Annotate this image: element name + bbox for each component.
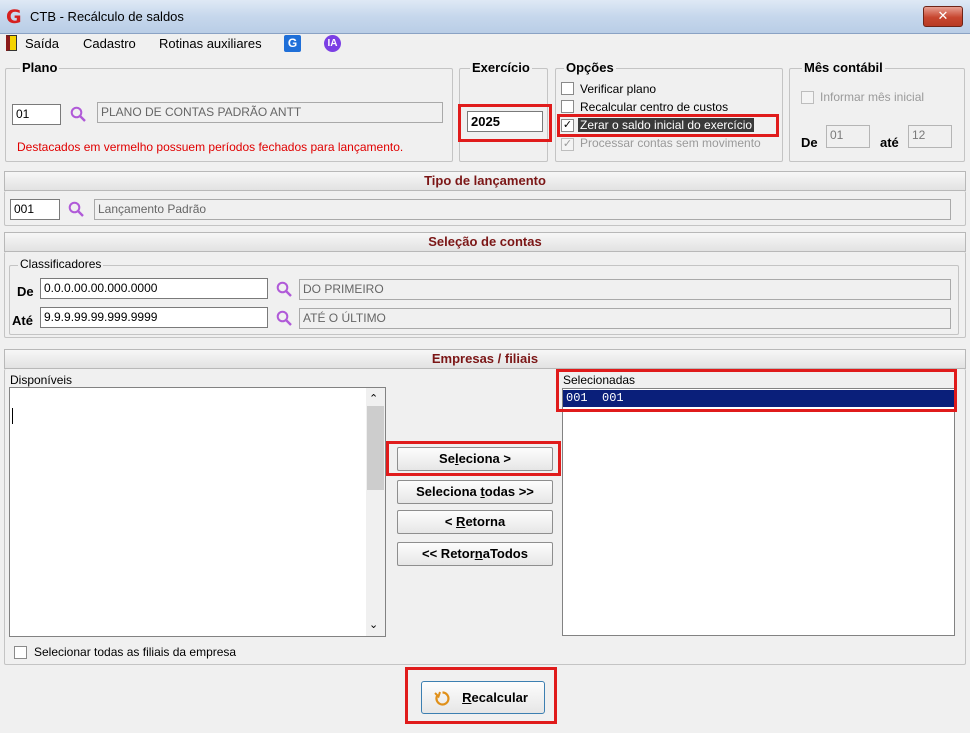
seleciona-todas-button[interactable]: Seleciona todas >> <box>397 480 553 504</box>
selecionar-todas-filiais-label: Selecionar todas as filiais da empresa <box>34 645 237 659</box>
app-logo-icon: G <box>6 6 22 28</box>
ia-assistant-icon[interactable]: IA <box>324 35 341 52</box>
selecionar-todas-filiais-checkbox[interactable] <box>14 646 27 659</box>
plano-legend: Plano <box>20 60 60 75</box>
classificador-ate-label: Até <box>12 313 33 328</box>
selecionadas-list[interactable] <box>562 388 955 636</box>
seleciona-button[interactable]: Seleciona > <box>397 447 553 471</box>
scroll-down-icon[interactable]: ⌄ <box>369 618 378 631</box>
classificador-de-input[interactable]: 0.0.0.00.00.000.0000 <box>40 278 268 299</box>
mes-ate-field: 12 <box>908 125 952 148</box>
plano-code-input[interactable]: 01 <box>12 104 61 125</box>
verificar-plano-label: Verificar plano <box>580 82 657 96</box>
text-cursor <box>12 408 13 424</box>
search-icon[interactable] <box>276 310 292 326</box>
informar-mes-label: Informar mês inicial <box>820 90 925 104</box>
recalcular-button[interactable]: Recalcular <box>421 681 545 714</box>
mes-contabil-legend: Mês contábil <box>802 60 885 75</box>
recalcular-centro-custos-checkbox[interactable] <box>561 100 574 113</box>
refresh-icon <box>434 691 450 706</box>
tipo-lancamento-header: Tipo de lançamento <box>4 171 966 191</box>
tipo-lancamento-code-input[interactable]: 001 <box>10 199 60 220</box>
exercicio-input[interactable]: 2025 <box>467 111 543 132</box>
classificadores-legend: Classificadores <box>18 257 104 271</box>
mes-de-field: 01 <box>826 125 870 148</box>
exit-door-icon[interactable] <box>6 35 17 51</box>
menu-saida[interactable]: Saída <box>25 36 59 51</box>
g-logo-icon[interactable]: G <box>284 35 301 52</box>
mes-de-label: De <box>801 135 818 150</box>
search-icon[interactable] <box>68 201 84 217</box>
tipo-lancamento-name-field: Lançamento Padrão <box>94 199 951 220</box>
zerar-saldo-label: Zerar o saldo inicial do exercício <box>578 118 755 132</box>
selecionadas-highlight <box>556 369 957 412</box>
retorna-button[interactable]: < Retorna <box>397 510 553 534</box>
opcoes-legend: Opções <box>564 60 616 75</box>
processar-contas-checkbox: ✓ <box>561 138 574 151</box>
close-button[interactable]: ✕ <box>923 6 963 27</box>
window-title: CTB - Recálculo de saldos <box>30 9 184 24</box>
classificador-ate-desc: ATÉ O ÚLTIMO <box>299 308 951 329</box>
menu-rotinas-auxiliares[interactable]: Rotinas auxiliares <box>159 36 262 51</box>
scrollbar-thumb[interactable] <box>367 406 384 490</box>
disponiveis-list[interactable] <box>9 387 386 637</box>
zerar-saldo-checkbox[interactable]: ✓ <box>561 119 574 132</box>
disponiveis-label: Disponíveis <box>10 373 73 387</box>
empresas-header: Empresas / filiais <box>4 349 966 369</box>
search-icon[interactable] <box>70 106 86 122</box>
retorna-todos-button[interactable]: << RetornaTodos <box>397 542 553 566</box>
mes-ate-label: até <box>880 135 899 150</box>
informar-mes-checkbox <box>801 91 814 104</box>
exercicio-legend: Exercício <box>470 60 532 75</box>
processar-contas-label: Processar contas sem movimento <box>580 136 761 150</box>
plano-note: Destacados em vermelho possuem períodos … <box>17 140 404 154</box>
classificador-ate-input[interactable]: 9.9.9.99.99.999.9999 <box>40 307 268 328</box>
search-icon[interactable] <box>276 281 292 297</box>
recalcular-centro-custos-label: Recalcular centro de custos <box>580 100 729 114</box>
classificador-de-label: De <box>17 284 34 299</box>
menu-cadastro[interactable]: Cadastro <box>83 36 136 51</box>
plano-name-field: PLANO DE CONTAS PADRÃO ANTT <box>97 102 443 123</box>
selecao-contas-header: Seleção de contas <box>4 232 966 252</box>
scroll-up-icon[interactable]: ⌃ <box>369 392 378 405</box>
classificador-de-desc: DO PRIMEIRO <box>299 279 951 300</box>
verificar-plano-checkbox[interactable] <box>561 82 574 95</box>
